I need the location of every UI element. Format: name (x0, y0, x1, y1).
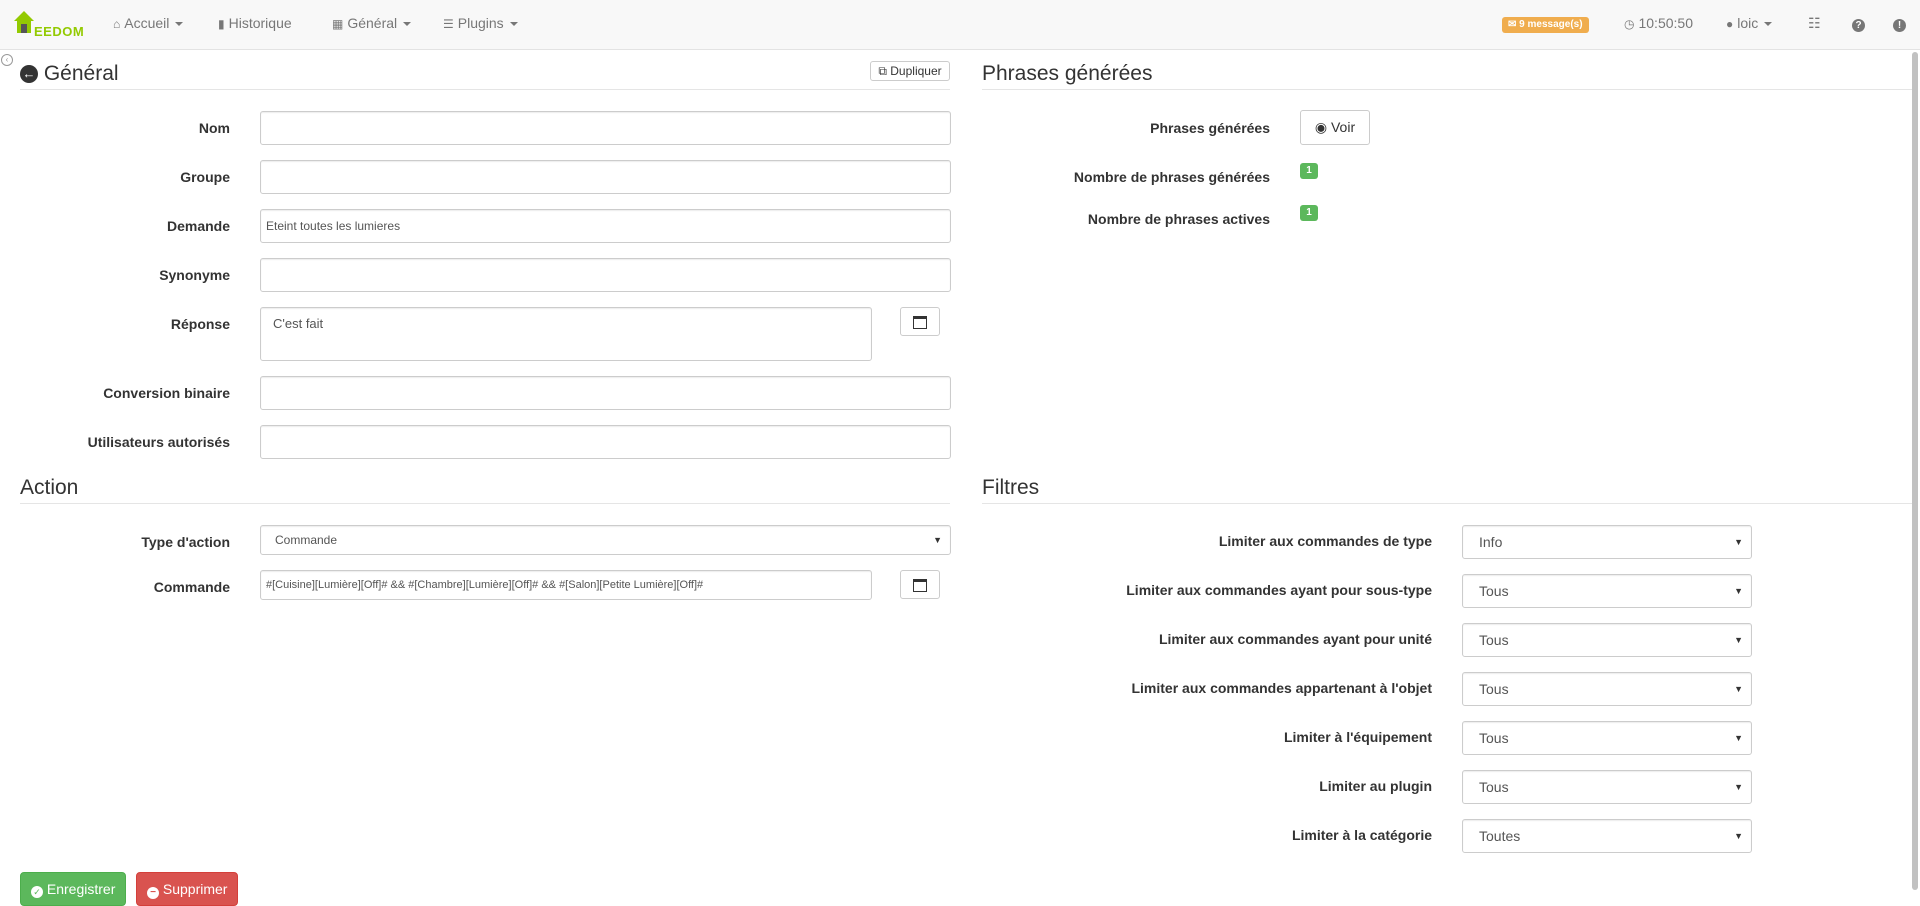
divider (982, 503, 1912, 504)
nb-generated-badge: 1 (1300, 163, 1318, 179)
envelope-icon: ✉ (1508, 19, 1520, 30)
utilisateurs-label: Utilisateurs autorisés (87, 434, 230, 450)
conversion-input[interactable] (260, 376, 951, 410)
collapse-toggle-icon[interactable]: ‹ (1, 54, 13, 66)
top-navbar: EEDOM ⌂ Accueil ▮ Historique ▦ Général ☰ Plu… (0, 0, 1920, 50)
type-action-label: Type d'action (141, 534, 230, 550)
nb-active-label: Nombre de phrases actives (1087, 211, 1270, 227)
filter-equipment-select[interactable]: Tous ▼ (1462, 721, 1752, 755)
groupe-label: Groupe (180, 169, 230, 185)
caret-down-icon (175, 22, 184, 27)
dropdown-arrow-icon: ▼ (1734, 684, 1743, 694)
nb-active-badge: 1 (1300, 205, 1318, 221)
logo-text: EEDOM (34, 24, 85, 39)
caret-down-icon (509, 22, 518, 27)
synonyme-input[interactable] (260, 258, 951, 292)
dropdown-arrow-icon: ▼ (1734, 537, 1743, 547)
commande-select-button[interactable] (900, 570, 940, 599)
filtres-title: Filtres (982, 476, 1040, 499)
bar-chart-icon: ▮ (218, 17, 225, 31)
filter-type-select[interactable]: Info ▼ (1462, 525, 1752, 559)
filter-label: Limiter au plugin (1319, 778, 1432, 794)
reponse-label: Réponse (170, 316, 230, 332)
reponse-textarea[interactable]: C'est fait (260, 307, 872, 361)
check-circle-icon: ✓ (31, 886, 43, 898)
dropdown-arrow-icon: ▼ (1734, 733, 1743, 743)
nav-accueil[interactable]: ⌂ Accueil (113, 15, 184, 31)
nb-generated-label: Nombre de phrases générées (1073, 169, 1270, 185)
clock-icon: ◷ (1624, 17, 1635, 31)
dropdown-arrow-icon: ▼ (1734, 635, 1743, 645)
dropdown-arrow-icon: ▼ (1734, 586, 1743, 596)
user-menu[interactable]: ● loic (1726, 15, 1773, 31)
groupe-input[interactable] (260, 160, 951, 194)
copy-icon: ⧉ (878, 64, 887, 78)
reponse-select-button[interactable] (900, 307, 940, 336)
filter-plugin-select[interactable]: Tous ▼ (1462, 770, 1752, 804)
user-icon: ● (1726, 17, 1734, 31)
vertical-scrollbar[interactable] (1912, 52, 1918, 890)
dropdown-arrow-icon: ▼ (1734, 782, 1743, 792)
sitemap-icon: ☷ (1808, 15, 1821, 31)
voir-button[interactable]: ◉ Voir (1300, 110, 1370, 145)
divider (982, 89, 1912, 90)
grid-icon: ▦ (332, 17, 344, 31)
phrases-generated-label: Phrases générées (1150, 120, 1270, 136)
filter-label: Limiter à l'équipement (1283, 729, 1432, 745)
filter-label: Limiter aux commandes ayant pour unité (1158, 631, 1432, 647)
question-icon: ? (1852, 19, 1865, 32)
dropdown-arrow-icon: ▼ (933, 535, 942, 545)
nav-historique[interactable]: ▮ Historique (218, 15, 292, 31)
nav-plugins[interactable]: ☰ Plugins (443, 15, 518, 31)
general-title: ← Général (20, 62, 119, 86)
filter-label: Limiter aux commandes ayant pour sous-ty… (1126, 582, 1432, 598)
filter-label: Limiter aux commandes appartenant à l'ob… (1131, 680, 1432, 696)
nom-label: Nom (198, 120, 230, 136)
utilisateurs-input[interactable] (260, 425, 951, 459)
messages-badge[interactable]: ✉ 9 message(s) (1502, 17, 1589, 33)
action-title: Action (20, 476, 79, 499)
caret-down-icon (1764, 22, 1773, 27)
type-action-select[interactable]: Commande ▼ (260, 525, 951, 555)
filter-category-select[interactable]: Toutes ▼ (1462, 819, 1752, 853)
jeedom-logo[interactable]: EEDOM (12, 9, 88, 41)
duplicate-button[interactable]: ⧉ Dupliquer (870, 61, 950, 81)
network-button[interactable]: ☷ (1808, 15, 1821, 32)
filter-subtype-select[interactable]: Tous ▼ (1462, 574, 1752, 608)
eye-icon: ◉ (1314, 119, 1328, 135)
list-icon: ☰ (443, 17, 454, 31)
clock-display: ◷ 10:50:50 (1624, 15, 1693, 31)
home-icon: ⌂ (113, 17, 121, 31)
divider (20, 503, 950, 504)
demande-label: Demande (166, 218, 230, 234)
filter-unit-select[interactable]: Tous ▼ (1462, 623, 1752, 657)
filter-label: Limiter à la catégorie (1291, 827, 1432, 843)
demande-input[interactable]: Eteint toutes les lumieres (260, 209, 951, 243)
divider (20, 89, 950, 90)
minus-circle-icon: − (147, 887, 159, 899)
commande-label: Commande (153, 579, 230, 595)
nav-general[interactable]: ▦ Général (332, 15, 412, 31)
alert-button[interactable]: ! (1893, 15, 1906, 32)
dropdown-arrow-icon: ▼ (1734, 831, 1743, 841)
list-alt-icon (913, 315, 927, 329)
nom-input[interactable] (260, 111, 951, 145)
back-arrow-icon[interactable]: ← (20, 65, 38, 83)
list-alt-icon (913, 578, 927, 592)
delete-button[interactable]: − Supprimer (136, 872, 239, 906)
synonyme-label: Synonyme (159, 267, 230, 283)
commande-input[interactable]: #[Cuisine][Lumière][Off]# && #[Chambre][… (260, 570, 872, 600)
house-logo-icon (14, 11, 34, 33)
caret-down-icon (403, 22, 412, 27)
help-button[interactable]: ? (1852, 15, 1865, 32)
exclamation-icon: ! (1893, 19, 1906, 32)
conversion-label: Conversion binaire (103, 385, 230, 401)
filter-label: Limiter aux commandes de type (1218, 533, 1432, 549)
filter-object-select[interactable]: Tous ▼ (1462, 672, 1752, 706)
save-button[interactable]: ✓ Enregistrer (20, 872, 127, 906)
phrases-title: Phrases générées (982, 62, 1153, 85)
